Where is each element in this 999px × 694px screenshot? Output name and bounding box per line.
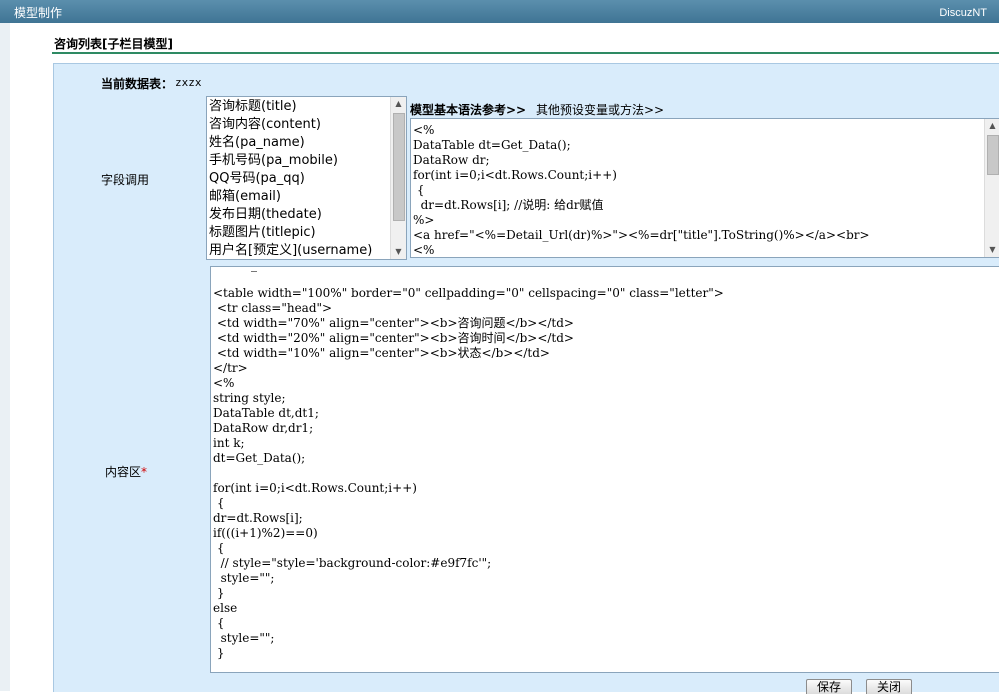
field-list-option[interactable]: 标题图片(titlepic) [208,224,390,242]
left-edge-strip [0,23,10,691]
scroll-down-arrow-icon[interactable]: ▼ [391,245,406,259]
field-call-label: 字段调用 [101,173,150,187]
current-table-label: 当前数据表： [101,77,174,91]
scroll-up-arrow-icon[interactable]: ▲ [985,119,999,133]
content-editor-code: <table width="100%" border="0" cellpaddi… [213,286,724,660]
cut-off-line [251,267,257,272]
preset-variables-link[interactable]: 其他预设变量或方法>> [536,103,664,117]
content-editor-textarea[interactable]: <table width="100%" border="0" cellpaddi… [210,266,999,673]
save-button[interactable]: 保存 [806,679,853,694]
section-divider [52,52,999,54]
field-list-option[interactable]: 发布日期(thedate) [208,206,390,224]
field-list-option[interactable]: 姓名(pa_name) [208,134,390,152]
field-list-option[interactable]: 邮箱(email) [208,188,390,206]
window-title: 模型制作 [14,6,63,20]
required-mark: * [141,465,148,479]
field-list-option[interactable]: 咨询标题(title) [208,98,390,116]
scrollbar-thumb[interactable] [393,113,405,221]
brand-label: DiscuzNT [939,7,987,19]
close-button[interactable]: 关闭 [866,679,913,694]
field-list-scrollbar[interactable]: ▲ ▼ [390,97,406,259]
syntax-reference-textarea[interactable]: <% DataTable dt=Get_Data(); DataRow dr; … [410,118,999,258]
syntax-scrollbar[interactable]: ▲ ▼ [984,119,999,257]
content-area-label: 内容区* [105,465,148,479]
current-table-value: zxzx [175,76,202,89]
window-titlebar: 模型制作 DiscuzNT [0,0,999,23]
field-listbox[interactable]: 咨询标题(title) 咨询内容(content) 姓名(pa_name) 手机号码(… [206,96,407,260]
scroll-down-arrow-icon[interactable]: ▼ [985,243,999,257]
syntax-reference-code: <% DataTable dt=Get_Data(); DataRow dr; … [413,123,870,257]
field-list-option[interactable]: 手机号码(pa_mobile) [208,152,390,170]
scrollbar-thumb[interactable] [987,135,999,175]
field-list-option[interactable]: 用户名[预定义](username) [208,242,390,259]
basic-syntax-link[interactable]: 模型基本语法参考>> [410,103,526,117]
scroll-up-arrow-icon[interactable]: ▲ [391,97,406,111]
section-title: 咨询列表[子栏目模型] [54,37,173,51]
field-list-option[interactable]: QQ号码(pa_qq) [208,170,390,188]
field-list-option[interactable]: 咨询内容(content) [208,116,390,134]
syntax-links: 模型基本语法参考>> 其他预设变量或方法>> [410,101,664,118]
field-list-items: 咨询标题(title) 咨询内容(content) 姓名(pa_name) 手机号码(… [208,98,390,259]
